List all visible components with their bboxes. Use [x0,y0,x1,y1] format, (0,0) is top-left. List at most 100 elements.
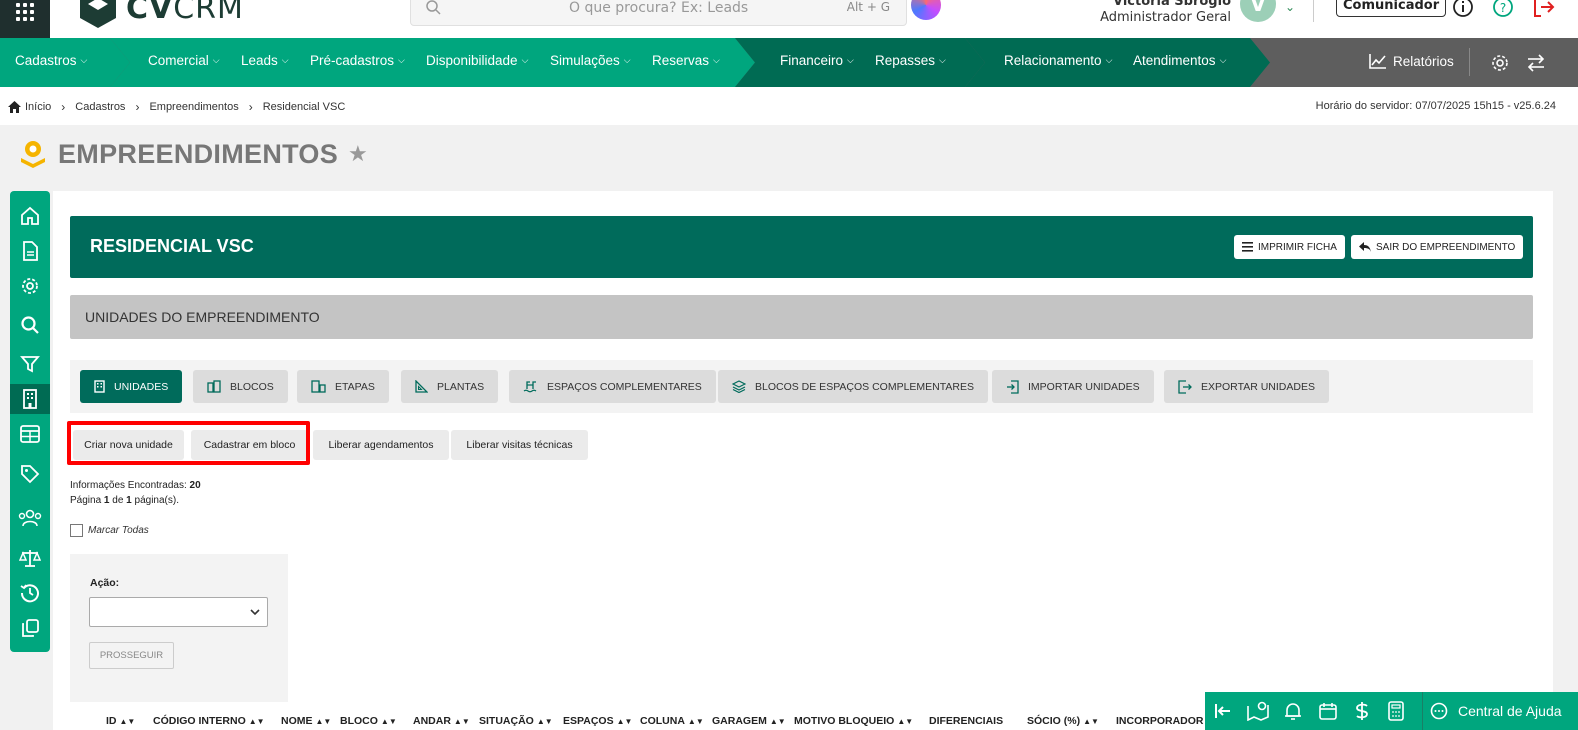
column-header[interactable]: COLUNA ▲▼ [640,715,704,727]
sidebar-item-users[interactable] [10,503,50,533]
sidebar-item-settings[interactable] [10,271,50,301]
calculator-icon[interactable] [1388,701,1404,721]
help-center-button[interactable]: Central de Ajuda [1430,702,1562,720]
column-header[interactable]: ESPAÇOS ▲▼ [563,715,632,727]
sidebar-item-search[interactable] [10,310,50,340]
column-header[interactable]: BLOCO ▲▼ [340,715,397,727]
top-header: CVCRM O que procura? Ex: Leads Alt + G V… [0,0,1578,38]
grid-icon [16,3,34,21]
nav-reservas[interactable]: Reservas ⌵ [652,53,720,68]
divider [1313,0,1314,22]
calendar-icon[interactable] [1318,701,1338,721]
page-title-row: EMPREENDIMENTOS ★ [18,138,368,170]
tab-exportar-unidades[interactable]: EXPORTAR UNIDADES [1164,370,1329,403]
search-shortcut: Alt + G [846,0,890,14]
chevron-down-icon: ⌵ [521,55,529,65]
column-header[interactable]: MOTIVO BLOQUEIO ▲▼ [794,715,913,727]
nav-leads[interactable]: Leads ⌵ [241,53,289,68]
breadcrumb-home[interactable]: Início [8,101,51,113]
sidebar-item-legal[interactable] [10,543,50,573]
column-header[interactable]: SÓCIO (%) ▲▼ [1027,715,1099,727]
print-button[interactable]: IMPRIMIR FICHA [1234,235,1345,259]
sort-icon: ▲▼ [248,717,265,726]
sidebar-item-history[interactable] [10,578,50,608]
logout-icon[interactable] [1532,0,1556,18]
chevron-down-icon: ⌵ [713,55,720,65]
column-header[interactable]: ANDAR ▲▼ [413,715,470,727]
column-header[interactable]: GARAGEM ▲▼ [712,715,786,727]
sidebar-item-table[interactable] [10,419,50,449]
sidebar-item-filter[interactable] [10,349,50,379]
highlight-box [67,421,310,465]
dollar-icon[interactable] [1354,701,1370,721]
release-technical-visits-button[interactable]: Liberar visitas técnicas [451,430,588,460]
nav-atendimentos[interactable]: Atendimentos ⌵ [1133,53,1226,68]
map-marker-icon[interactable] [1247,701,1269,721]
sort-icon: ▲▼ [453,717,470,726]
nav-relatorios[interactable]: Relatórios [1369,53,1454,69]
nav-pre-cadastros[interactable]: Pré-cadastros ⌵ [310,53,405,68]
swap-icon[interactable] [1526,53,1546,73]
buildings-icon [207,380,221,393]
proceed-button[interactable]: PROSSEGUIR [89,642,174,669]
avatar[interactable]: V [1240,0,1276,22]
breadcrumb-item[interactable]: Empreendimentos [149,101,238,113]
tab-plantas[interactable]: PLANTAS [401,370,499,403]
list-icon [1242,242,1253,252]
sidebar-item-home[interactable] [10,201,50,231]
release-scheduling-button[interactable]: Liberar agendamentos [313,430,449,460]
column-header[interactable]: DIFERENCIAIS [929,715,1003,727]
global-search[interactable]: O que procura? Ex: Leads Alt + G [410,0,907,26]
info-icon[interactable] [1452,0,1474,18]
column-header[interactable]: CÓDIGO INTERNO ▲▼ [153,715,265,727]
collapse-left-icon[interactable] [1213,701,1233,721]
ai-assistant-icon[interactable] [911,0,941,20]
breadcrumb-item: Residencial VSC [262,101,346,113]
nav-simulacoes[interactable]: Simulações ⌵ [550,53,631,68]
check-all[interactable]: Marcar Todas [70,524,149,537]
sidebar-item-buildings[interactable] [10,384,50,414]
column-header[interactable]: NOME ▲▼ [281,715,331,727]
chevron-right-icon: › [61,100,66,114]
column-header[interactable]: ID ▲▼ [106,715,135,727]
tab-blocos-espacos[interactable]: BLOCOS DE ESPAÇOS COMPLEMENTARES [718,370,988,403]
nav-disponibilidade[interactable]: Disponibilidade ⌵ [426,53,528,68]
sidebar-item-copy[interactable] [10,613,50,643]
scale-icon [19,550,41,567]
bottom-help-bar: Central de Ajuda [1205,692,1578,730]
section-header: UNIDADES DO EMPREENDIMENTO [70,295,1533,339]
action-select[interactable] [89,597,268,627]
apps-menu-button[interactable] [0,0,50,38]
side-icon-bar [10,191,50,652]
column-header[interactable]: SITUAÇÃO ▲▼ [479,715,553,727]
tab-etapas[interactable]: ETAPAS [297,370,389,403]
column-header[interactable]: INCORPORADOR [1116,715,1204,727]
tab-importar-unidades[interactable]: IMPORTAR UNIDADES [992,370,1154,403]
nav-financeiro[interactable]: Financeiro ⌵ [780,53,854,68]
svg-text:?: ? [1500,1,1506,15]
exit-project-button[interactable]: SAIR DO EMPREENDIMENTO [1351,235,1524,259]
nav-repasses[interactable]: Repasses ⌵ [875,53,946,68]
user-role: Administrador Geral [1100,10,1231,25]
check-all-checkbox[interactable] [70,524,83,537]
sidebar-item-tags[interactable] [10,459,50,489]
nav-relacionamento[interactable]: Relacionamento ⌵ [1004,53,1112,68]
search-icon [426,0,441,15]
sidebar-item-document[interactable] [10,236,50,266]
table-header: ID ▲▼ CÓDIGO INTERNO ▲▼ NOME ▲▼ BLOCO ▲▼ AND… [70,713,1210,730]
home-icon [21,206,39,225]
tab-espacos-complementares[interactable]: ESPAÇOS COMPLEMENTARES [509,370,716,403]
tab-blocos[interactable]: BLOCOS [193,370,288,403]
help-icon[interactable]: ? [1492,0,1514,18]
star-icon[interactable]: ★ [348,142,368,167]
tab-unidades[interactable]: UNIDADES [80,370,183,403]
breadcrumb-item[interactable]: Cadastros [75,101,125,113]
nav-comercial[interactable]: Comercial ⌵ [148,53,220,68]
nav-cadastros[interactable]: Cadastros ⌵ [15,53,87,68]
user-info[interactable]: Victoria Sbrogio Administrador Geral [1100,0,1231,26]
gear-icon[interactable] [1490,53,1510,73]
comunicador-button[interactable]: Comunicador [1336,0,1447,17]
bell-icon[interactable] [1284,701,1302,721]
chevron-down-icon[interactable]: ⌄ [1285,0,1295,14]
logo[interactable]: CVCRM [78,0,244,28]
